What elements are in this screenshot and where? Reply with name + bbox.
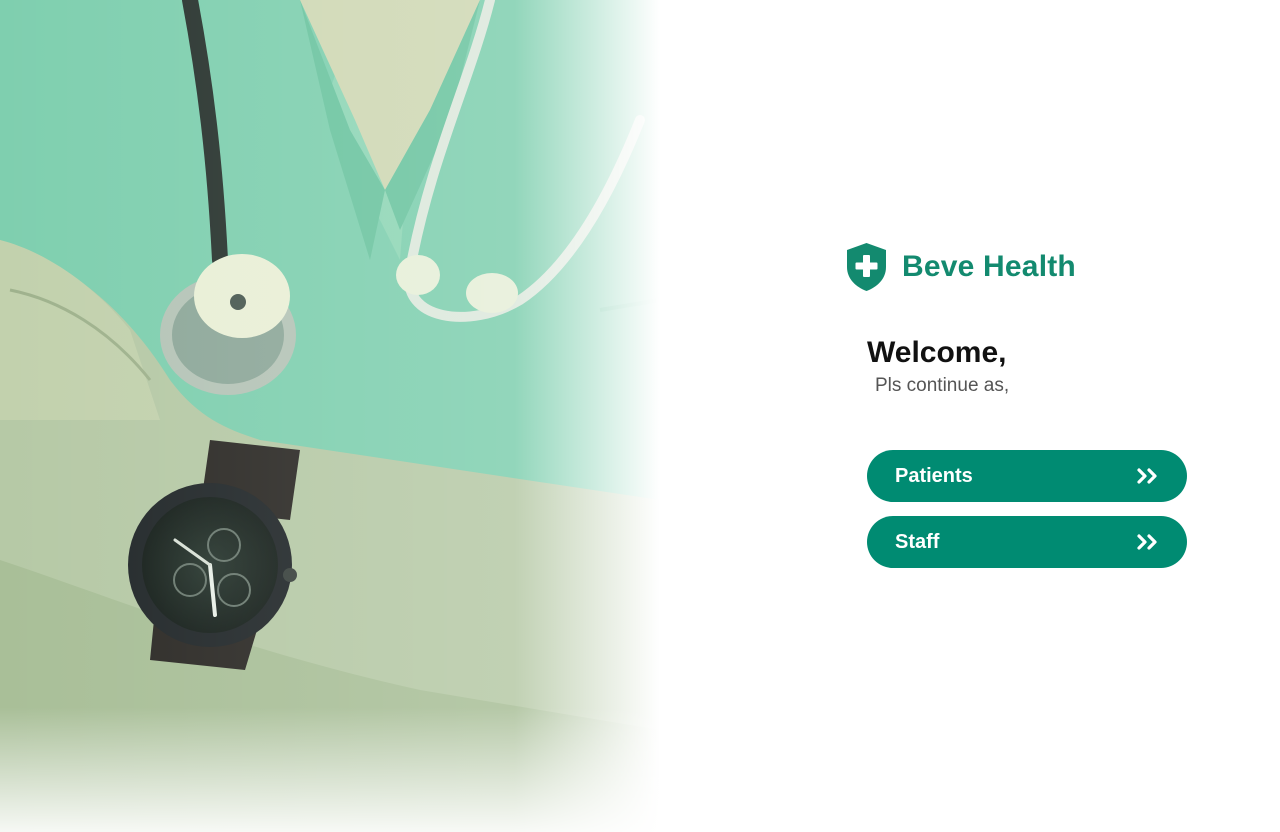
staff-button-label: Staff: [895, 530, 940, 553]
welcome-title: Welcome,: [867, 336, 1007, 369]
hero-image: [0, 0, 660, 832]
double-chevron-right-icon: [1137, 534, 1157, 550]
brand-name: Beve Health: [902, 250, 1076, 283]
welcome-subtitle: Pls continue as,: [875, 375, 1010, 396]
patients-button-label: Patients: [895, 464, 973, 487]
double-chevron-right-icon: [1137, 468, 1157, 484]
shield-plus-icon: [847, 243, 886, 291]
continue-as-staff-button[interactable]: Staff: [867, 516, 1187, 568]
continue-as-patients-button[interactable]: Patients: [867, 450, 1187, 502]
doctor-photo-illustration: [0, 0, 660, 832]
brand: Beve Health: [845, 242, 1076, 292]
login-page: Beve Health Welcome, Pls continue as, Pa…: [0, 0, 1280, 832]
